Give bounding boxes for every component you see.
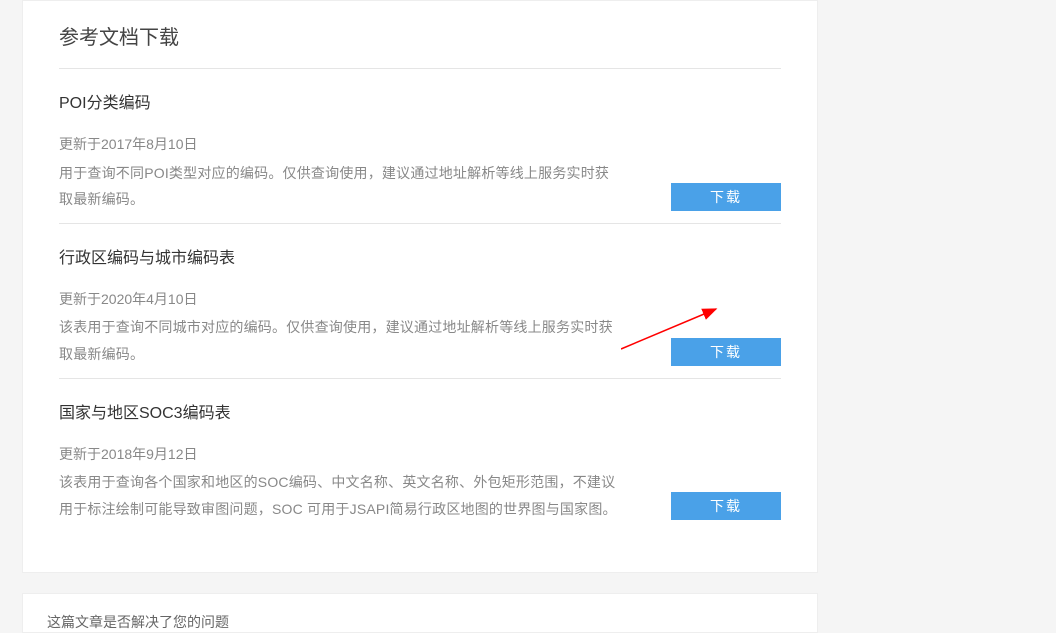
download-button[interactable]: 下载	[671, 492, 781, 520]
section-title: 参考文档下载	[59, 21, 781, 68]
download-item-soc3: 国家与地区SOC3编码表 更新于2018年9月12日 该表用于查询各个国家和地区…	[59, 378, 781, 533]
feedback-question: 这篇文章是否解决了您的问题	[47, 614, 229, 630]
page-wrapper: 参考文档下载 POI分类编码 更新于2017年8月10日 用于查询不同POI类型…	[22, 0, 818, 633]
download-section-card: 参考文档下载 POI分类编码 更新于2017年8月10日 用于查询不同POI类型…	[22, 0, 818, 573]
item-title: POI分类编码	[59, 89, 781, 113]
download-item-poi: POI分类编码 更新于2017年8月10日 用于查询不同POI类型对应的编码。仅…	[59, 68, 781, 223]
download-button[interactable]: 下载	[671, 338, 781, 366]
item-update-date: 更新于2020年4月10日	[59, 286, 781, 313]
item-description: 用于查询不同POI类型对应的编码。仅供查询使用，建议通过地址解析等线上服务实时获…	[59, 160, 619, 213]
download-button[interactable]: 下载	[671, 183, 781, 211]
item-description: 该表用于查询各个国家和地区的SOC编码、中文名称、英文名称、外包矩形范围，不建议…	[59, 469, 619, 522]
item-update-date: 更新于2017年8月10日	[59, 131, 781, 158]
item-update-date: 更新于2018年9月12日	[59, 441, 781, 468]
download-item-region-code: 行政区编码与城市编码表 更新于2020年4月10日 该表用于查询不同城市对应的编…	[59, 223, 781, 378]
item-title: 国家与地区SOC3编码表	[59, 399, 781, 423]
item-title: 行政区编码与城市编码表	[59, 244, 781, 268]
feedback-card: 这篇文章是否解决了您的问题	[22, 593, 818, 633]
item-description: 该表用于查询不同城市对应的编码。仅供查询使用，建议通过地址解析等线上服务实时获取…	[59, 314, 619, 367]
